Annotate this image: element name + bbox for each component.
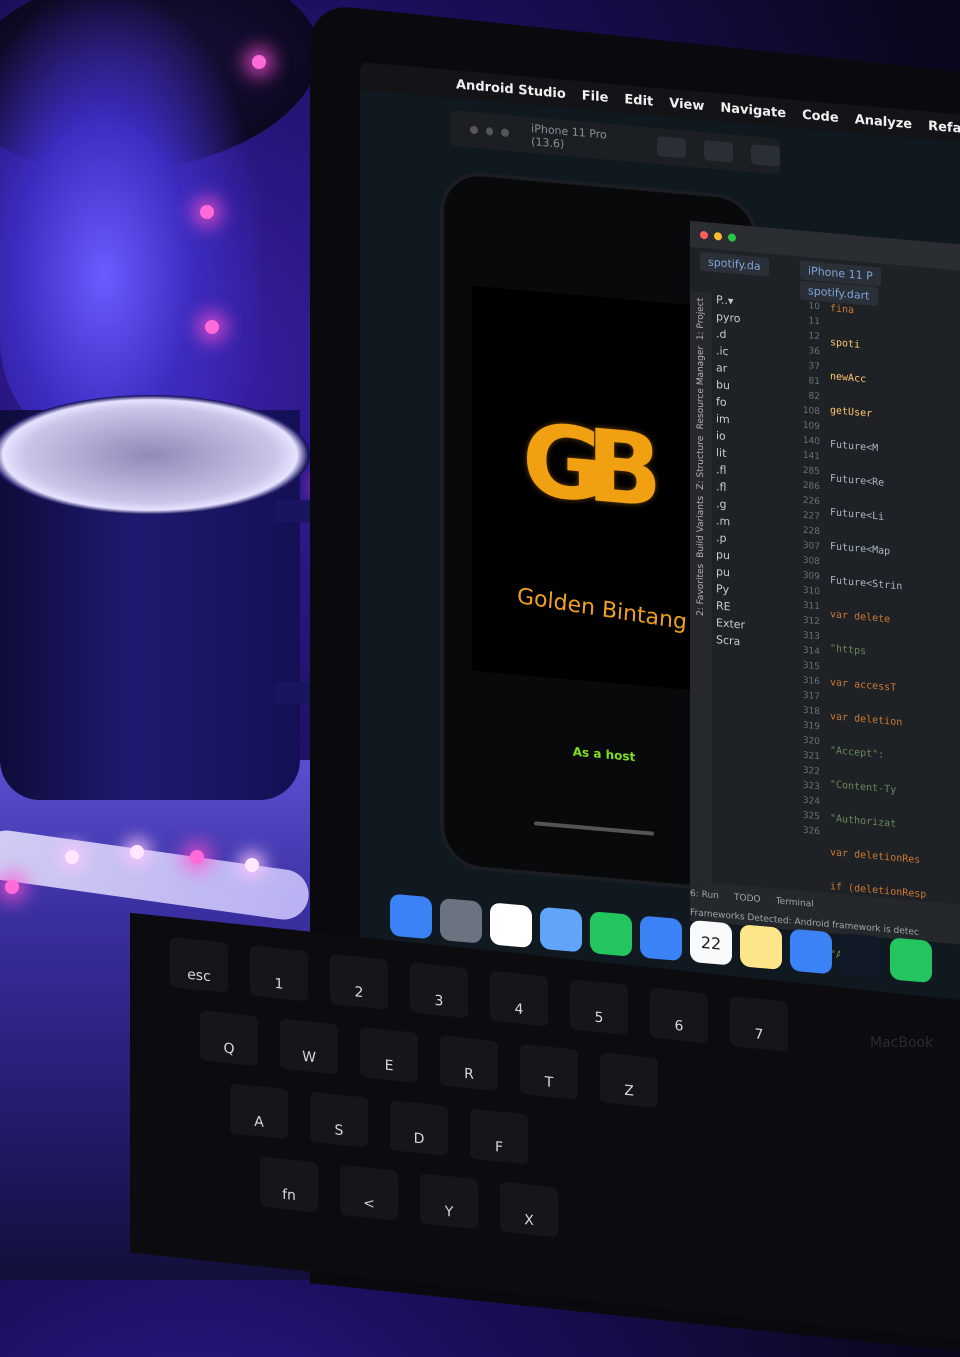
- led-light: [65, 850, 79, 864]
- keyboard-key[interactable]: X: [500, 1181, 558, 1238]
- keyboard-key[interactable]: T: [520, 1043, 578, 1100]
- notes-icon[interactable]: [740, 924, 782, 970]
- keyboard-key[interactable]: E: [360, 1026, 418, 1083]
- menu-refactor[interactable]: Refactor: [928, 118, 960, 138]
- menu-analyze[interactable]: Analyze: [855, 112, 912, 132]
- home-indicator[interactable]: [534, 821, 654, 836]
- led-light: [5, 880, 19, 894]
- window-minimize-dot[interactable]: [485, 127, 494, 136]
- android-studio-window: spotify.da iPhone 11 P spotify.dart 1: P…: [690, 220, 960, 967]
- keyboard-key[interactable]: Y: [420, 1173, 478, 1230]
- keyboard-key[interactable]: 4: [490, 970, 548, 1027]
- figma-icon[interactable]: [840, 932, 882, 979]
- simulator-title: iPhone 11 Pro (13.6): [531, 121, 607, 151]
- tool-build-variants[interactable]: Build Variants: [696, 495, 706, 558]
- tab-spotify-file[interactable]: spotify.da: [700, 251, 769, 277]
- zoom-icon[interactable]: [728, 233, 736, 242]
- window-zoom-dot[interactable]: [501, 128, 510, 138]
- led-light: [190, 850, 204, 864]
- keyboard-key[interactable]: <: [340, 1164, 398, 1221]
- rotate-button[interactable]: [751, 144, 781, 167]
- gb-logo: GB: [522, 401, 645, 529]
- line-gutter: 10 11 12 36 37 81 82 108 109 140 141 285 286 226 227 22…: [790, 300, 820, 843]
- mug-rim: [0, 395, 310, 515]
- keyboard-key[interactable]: W: [280, 1018, 338, 1075]
- photo-scene: Android Studio File Edit View Navigate C…: [0, 0, 960, 1357]
- screenshot-button[interactable]: [657, 136, 687, 159]
- keyboard-key[interactable]: 1: [250, 945, 308, 1002]
- tool-resource-manager[interactable]: Resource Manager: [696, 346, 706, 430]
- keyboard-key[interactable]: 5: [570, 978, 628, 1036]
- chrome-icon[interactable]: [490, 902, 532, 949]
- home-button[interactable]: [704, 140, 734, 163]
- keyboard-key[interactable]: S: [310, 1091, 368, 1148]
- keyboard-key[interactable]: D: [390, 1100, 448, 1157]
- todo-tab[interactable]: TODO: [734, 893, 761, 905]
- xcode-icon[interactable]: [790, 928, 832, 975]
- keyboard-key[interactable]: Z: [600, 1052, 658, 1109]
- run-tab[interactable]: 6: Run: [690, 889, 719, 902]
- tool-structure[interactable]: Z: Structure: [696, 435, 706, 490]
- as-a-host-link[interactable]: As a host: [544, 742, 664, 766]
- keyboard-key[interactable]: 3: [410, 962, 468, 1019]
- led-light: [205, 320, 219, 334]
- messages-icon[interactable]: [640, 915, 682, 962]
- led-light: [200, 205, 214, 219]
- macbook-label: MacBook: [870, 1035, 934, 1051]
- menu-navigate[interactable]: Navigate: [720, 100, 786, 121]
- vase-glow: [0, 0, 260, 460]
- project-tree: P..▾ pyro .d .ic ar bu fo im io lit .fl .fl .g .m .p pu…: [716, 293, 786, 656]
- terminal-tab[interactable]: Terminal: [776, 896, 814, 909]
- keyboard-key[interactable]: Q: [200, 1010, 258, 1067]
- tool-project[interactable]: 1: Project: [696, 297, 706, 340]
- keyboard-key[interactable]: 6: [650, 987, 708, 1044]
- led-light: [245, 858, 259, 872]
- brand-name: Golden Bintang: [516, 583, 688, 636]
- calendar-icon[interactable]: 22: [690, 919, 732, 966]
- keyboard-key[interactable]: A: [230, 1083, 288, 1140]
- keyboard-key[interactable]: fn: [260, 1156, 318, 1213]
- keyboard-key[interactable]: esc: [170, 936, 228, 994]
- app-splash-screen: GB Golden Bintang: [472, 285, 722, 693]
- window-close-dot[interactable]: [470, 125, 478, 135]
- tool-favorites[interactable]: 2: Favorites: [696, 563, 706, 616]
- menu-app-name[interactable]: Android Studio: [456, 77, 566, 102]
- facetime-icon[interactable]: [590, 911, 632, 957]
- close-icon[interactable]: [700, 230, 708, 240]
- minimize-icon[interactable]: [714, 231, 722, 241]
- laptop-screen: Android Studio File Edit View Navigate C…: [360, 62, 960, 1018]
- menu-view[interactable]: View: [669, 96, 704, 114]
- menu-file[interactable]: File: [582, 88, 609, 105]
- keyboard-key[interactable]: 2: [330, 953, 388, 1010]
- keyboard-key[interactable]: R: [440, 1035, 498, 1092]
- line-number: 326: [802, 825, 820, 838]
- whatsapp-icon[interactable]: [890, 937, 932, 984]
- led-light: [252, 55, 266, 69]
- keyboard-key[interactable]: F: [470, 1108, 528, 1165]
- finder-icon[interactable]: [390, 893, 432, 940]
- menu-edit[interactable]: Edit: [624, 92, 653, 110]
- keyboard-key[interactable]: 7: [730, 995, 788, 1052]
- side-tool-strip: 1: Project Resource Manager Z: Structure…: [690, 290, 712, 893]
- preview-icon[interactable]: [540, 906, 582, 953]
- led-light: [130, 845, 144, 859]
- menu-code[interactable]: Code: [802, 107, 839, 125]
- launchpad-icon[interactable]: [440, 898, 482, 944]
